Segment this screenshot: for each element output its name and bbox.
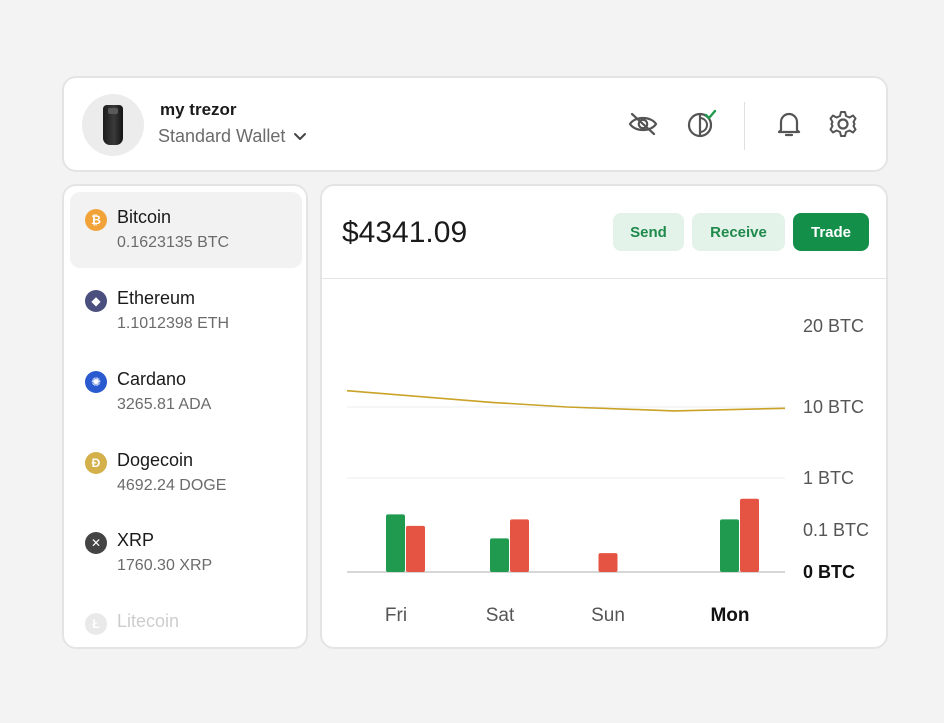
xrp-icon: ✕ bbox=[85, 532, 107, 554]
bar-red-fri bbox=[406, 525, 425, 572]
asset-name: Dogecoin bbox=[117, 450, 194, 470]
x-tick-label: Sat bbox=[486, 605, 515, 626]
bar-green-fri bbox=[386, 514, 405, 572]
eye-off-icon[interactable] bbox=[626, 107, 660, 141]
y-tick-label: 1 BTC bbox=[803, 468, 854, 488]
sidebar-item-litecoin[interactable]: Ł Litecoin bbox=[70, 596, 302, 647]
dogecoin-icon: Ð bbox=[85, 452, 107, 474]
header-divider bbox=[744, 102, 745, 150]
wallet-name: my trezor bbox=[160, 100, 237, 119]
bar-red-sun bbox=[598, 553, 618, 572]
sidebar-item-cardano[interactable]: ✺ Cardano 3265.81 ADA bbox=[70, 354, 302, 430]
bell-icon[interactable] bbox=[772, 107, 806, 141]
y-tick-label: 10 BTC bbox=[803, 397, 864, 417]
sidebar-item-ethereum[interactable]: ◆ Ethereum 1.1012398 ETH bbox=[70, 273, 302, 349]
sidebar-item-dogecoin[interactable]: Ð Dogecoin 4692.24 DOGE bbox=[70, 435, 302, 511]
asset-detail-panel: $4341.09 Send Receive Trade 20 BTC 10 BTC… bbox=[320, 184, 888, 649]
asset-name: XRP bbox=[117, 530, 155, 550]
device-avatar[interactable] bbox=[82, 94, 144, 156]
litecoin-icon: Ł bbox=[85, 613, 107, 635]
wallet-type-selector[interactable]: Standard Wallet bbox=[158, 126, 307, 147]
bar-green-mon bbox=[720, 519, 739, 572]
asset-name: Bitcoin bbox=[117, 207, 172, 227]
asset-amount: 1760.30 XRP bbox=[117, 557, 213, 574]
x-tick-label: Fri bbox=[385, 605, 407, 626]
tor-icon[interactable] bbox=[684, 107, 718, 141]
cardano-icon: ✺ bbox=[85, 371, 107, 393]
asset-name: Litecoin bbox=[117, 611, 180, 631]
asset-sidebar: ₿ Bitcoin 0.1623135 BTC ◆ Ethereum 1.101… bbox=[62, 184, 308, 649]
ethereum-icon: ◆ bbox=[85, 290, 107, 312]
asset-name: Ethereum bbox=[117, 288, 196, 308]
sidebar-item-xrp[interactable]: ✕ XRP 1760.30 XRP bbox=[70, 515, 302, 591]
bar-green-sat bbox=[490, 538, 509, 572]
chevron-down-icon bbox=[293, 126, 307, 147]
wallet-type-label: Standard Wallet bbox=[158, 126, 286, 146]
bar-red-mon bbox=[740, 498, 759, 572]
balance-chart: 20 BTC 10 BTC 1 BTC 0.1 BTC 0 BTC Fri Sat Sun Mo… bbox=[346, 316, 869, 626]
x-tick-label: Sun bbox=[591, 605, 625, 626]
y-tick-label: 0 BTC bbox=[803, 562, 855, 582]
wallet-header: my trezor Standard Wallet bbox=[62, 76, 888, 172]
asset-amount: 3265.81 ADA bbox=[117, 396, 212, 413]
asset-name: Cardano bbox=[117, 369, 187, 389]
gear-icon[interactable] bbox=[826, 107, 860, 141]
asset-amount: 4692.24 DOGE bbox=[117, 477, 227, 494]
device-icon bbox=[103, 105, 123, 145]
sidebar-item-bitcoin[interactable]: ₿ Bitcoin 0.1623135 BTC bbox=[70, 192, 302, 268]
bar-red-sat bbox=[510, 519, 529, 572]
asset-amount: 0.1623135 BTC bbox=[117, 234, 230, 251]
asset-amount: 1.1012398 ETH bbox=[117, 315, 230, 332]
x-tick-label: Mon bbox=[710, 605, 749, 626]
y-tick-label: 20 BTC bbox=[803, 316, 864, 336]
y-tick-label: 0.1 BTC bbox=[803, 520, 869, 540]
bitcoin-icon: ₿ bbox=[85, 209, 107, 231]
balance-trend-line bbox=[346, 389, 786, 412]
